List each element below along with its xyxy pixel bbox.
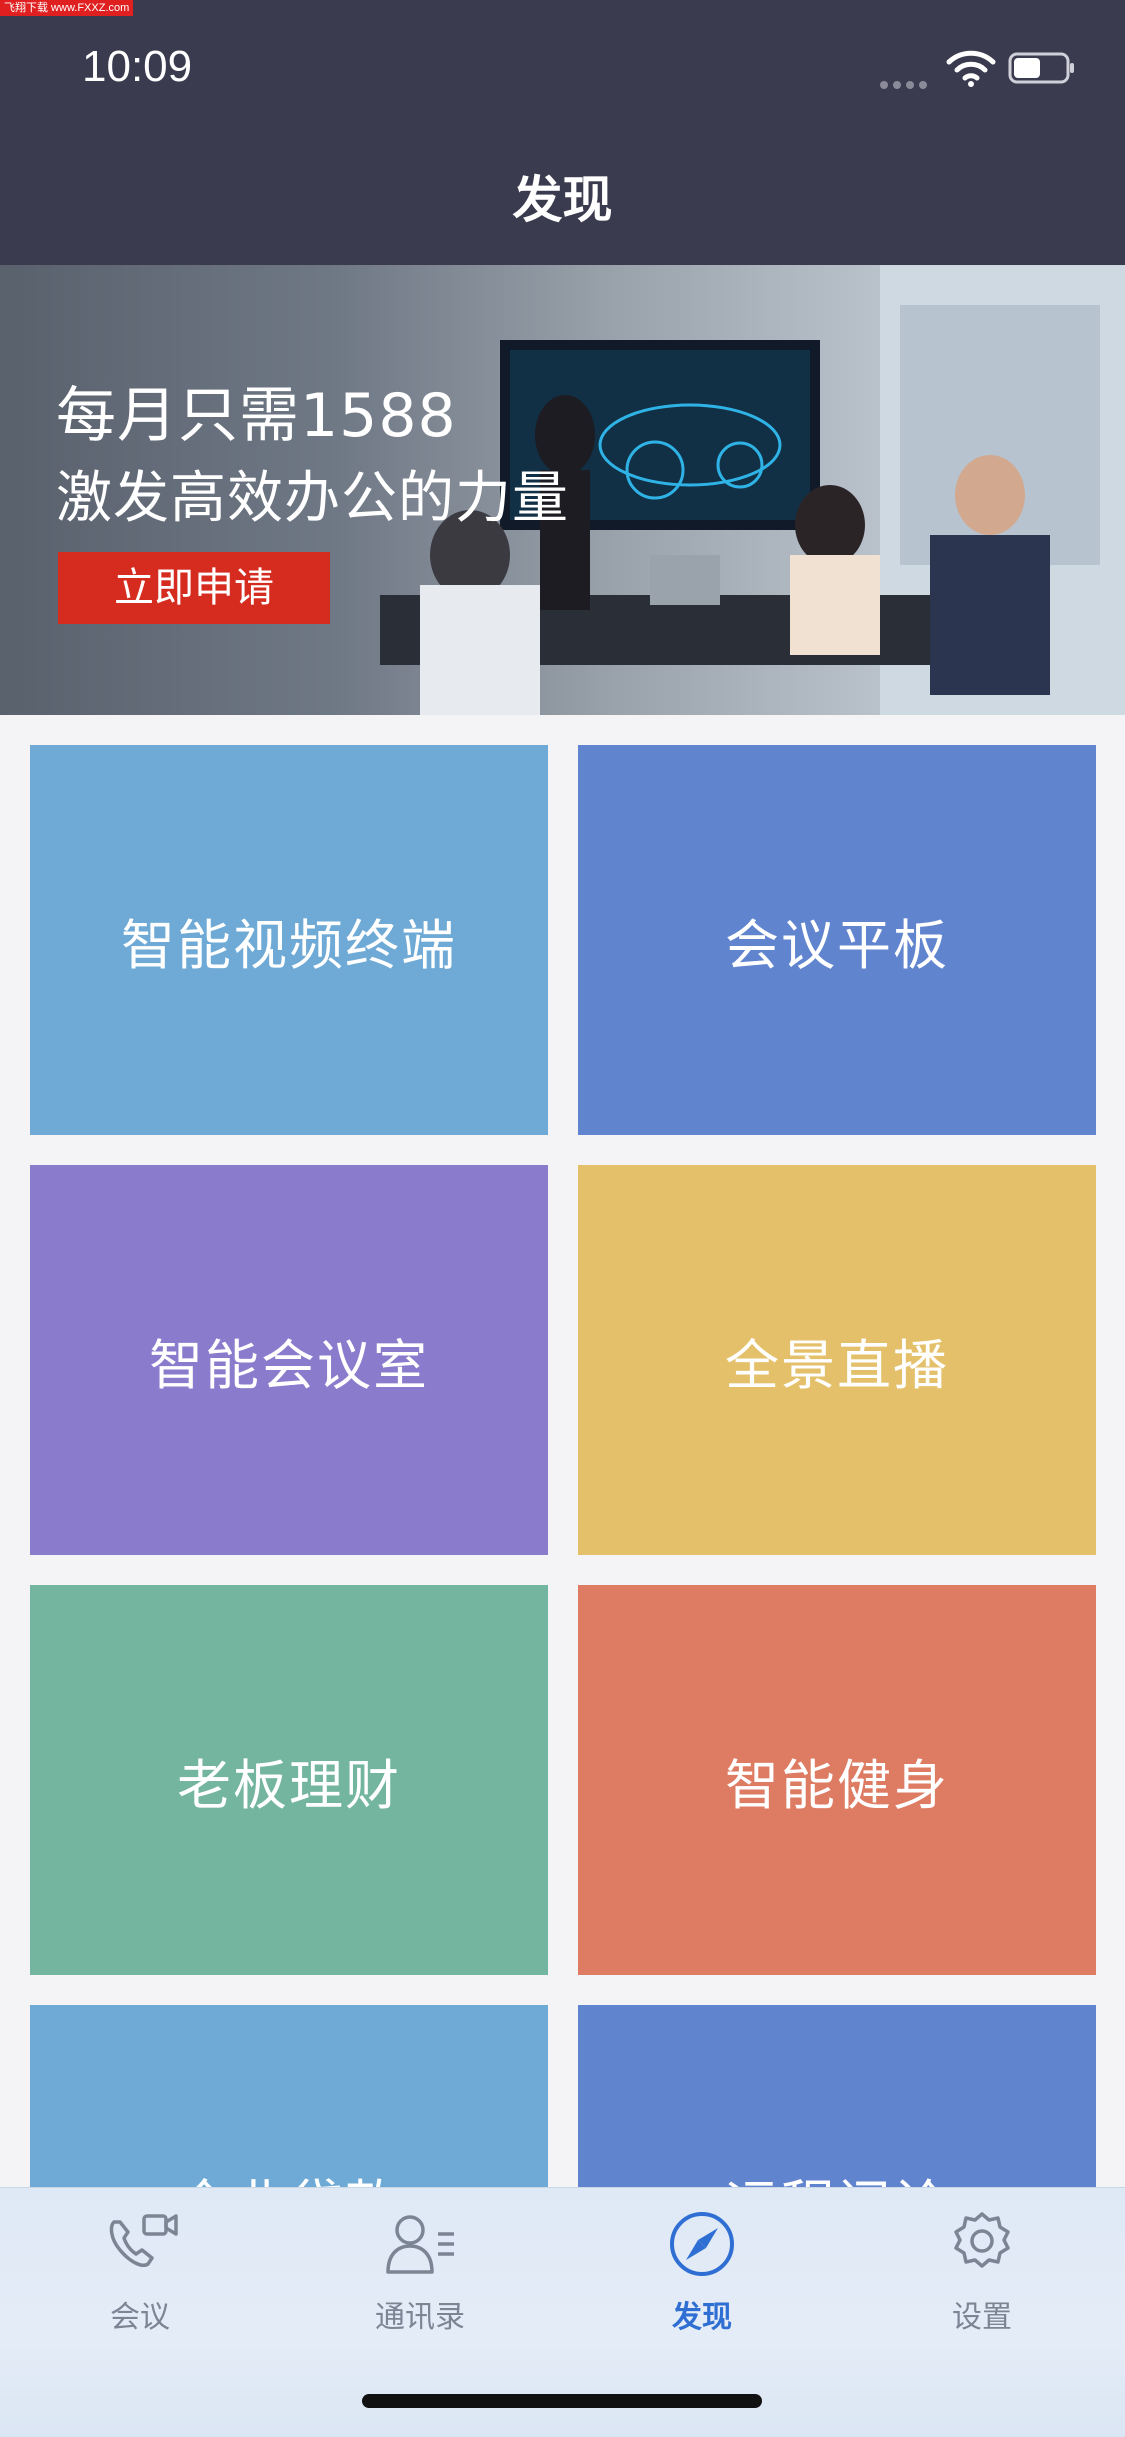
apply-now-button[interactable]: 立即申请 bbox=[58, 552, 330, 624]
contacts-icon bbox=[386, 2215, 454, 2274]
tab-settings[interactable]: 设置 bbox=[882, 2208, 1082, 2358]
promo-banner[interactable]: 每月只需1588 激发高效办公的力量 立即申请 bbox=[0, 265, 1125, 715]
tile-meeting-tablet[interactable]: 会议平板 bbox=[578, 745, 1096, 1135]
page-title: 发现 bbox=[512, 171, 613, 229]
compass-icon bbox=[670, 2212, 734, 2276]
tab-contacts[interactable]: 通讯录 bbox=[320, 2208, 520, 2358]
tab-discover[interactable]: 发现 bbox=[602, 2208, 802, 2358]
tab-meeting[interactable]: 会议 bbox=[40, 2208, 240, 2358]
battery-icon bbox=[1008, 52, 1074, 84]
home-indicator[interactable] bbox=[362, 2394, 762, 2408]
signal-dots-icon bbox=[880, 74, 932, 89]
watermark: 飞翔下载 www.FXXZ.com bbox=[0, 0, 134, 16]
tab-discover-label: 发现 bbox=[672, 2300, 732, 2335]
header-bar: 飞翔下载 www.FXXZ.com 10:09 发现 bbox=[0, 0, 1125, 265]
tile-boss-finance[interactable]: 老板理财 bbox=[30, 1585, 548, 1975]
video-call-icon bbox=[109, 2214, 178, 2267]
tile-smart-meeting-room[interactable]: 智能会议室 bbox=[30, 1165, 548, 1555]
banner-subheadline: 激发高效办公的力量 bbox=[56, 466, 569, 531]
wifi-icon bbox=[946, 50, 996, 87]
tab-meeting-label: 会议 bbox=[110, 2300, 170, 2335]
tab-contacts-label: 通讯录 bbox=[375, 2300, 465, 2335]
tab-settings-label: 设置 bbox=[952, 2300, 1012, 2335]
banner-headline: 每月只需1588 bbox=[56, 381, 457, 451]
tile-panoramic-live[interactable]: 全景直播 bbox=[578, 1165, 1096, 1555]
tile-smart-fitness[interactable]: 智能健身 bbox=[578, 1585, 1096, 1975]
gear-icon bbox=[954, 2212, 1010, 2268]
tile-smart-video-terminal[interactable]: 智能视频终端 bbox=[30, 745, 548, 1135]
status-time: 10:09 bbox=[82, 42, 193, 91]
